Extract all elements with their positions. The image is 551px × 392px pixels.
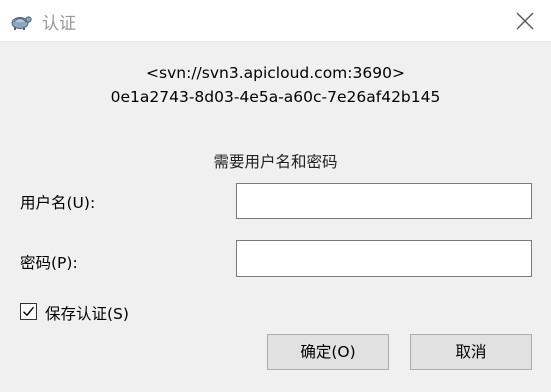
tortoise-svn-icon [10,11,32,31]
username-label: 用户名(U): [20,194,96,212]
cancel-button[interactable]: 取消 [410,334,532,370]
save-auth-checkbox[interactable] [20,303,37,320]
username-input[interactable] [236,183,532,219]
close-icon [516,12,534,30]
auth-dialog: 认证 <svn://svn3.apicloud.com:3690> 0e1a27… [0,0,551,392]
ok-button[interactable]: 确定(O) [267,334,389,370]
window-title: 认证 [42,14,76,34]
save-auth-label: 保存认证(S) [45,305,129,323]
close-button[interactable] [505,6,545,36]
repository-url: <svn://svn3.apicloud.com:3690> [146,64,405,82]
checkmark-icon [23,306,35,317]
repository-uuid: 0e1a2743-8d03-4e5a-a60c-7e26af42b145 [110,88,441,106]
auth-prompt: 需要用户名和密码 [213,153,338,171]
title-bar[interactable]: 认证 [0,0,551,42]
password-input[interactable] [236,240,532,277]
password-label: 密码(P): [20,254,78,272]
